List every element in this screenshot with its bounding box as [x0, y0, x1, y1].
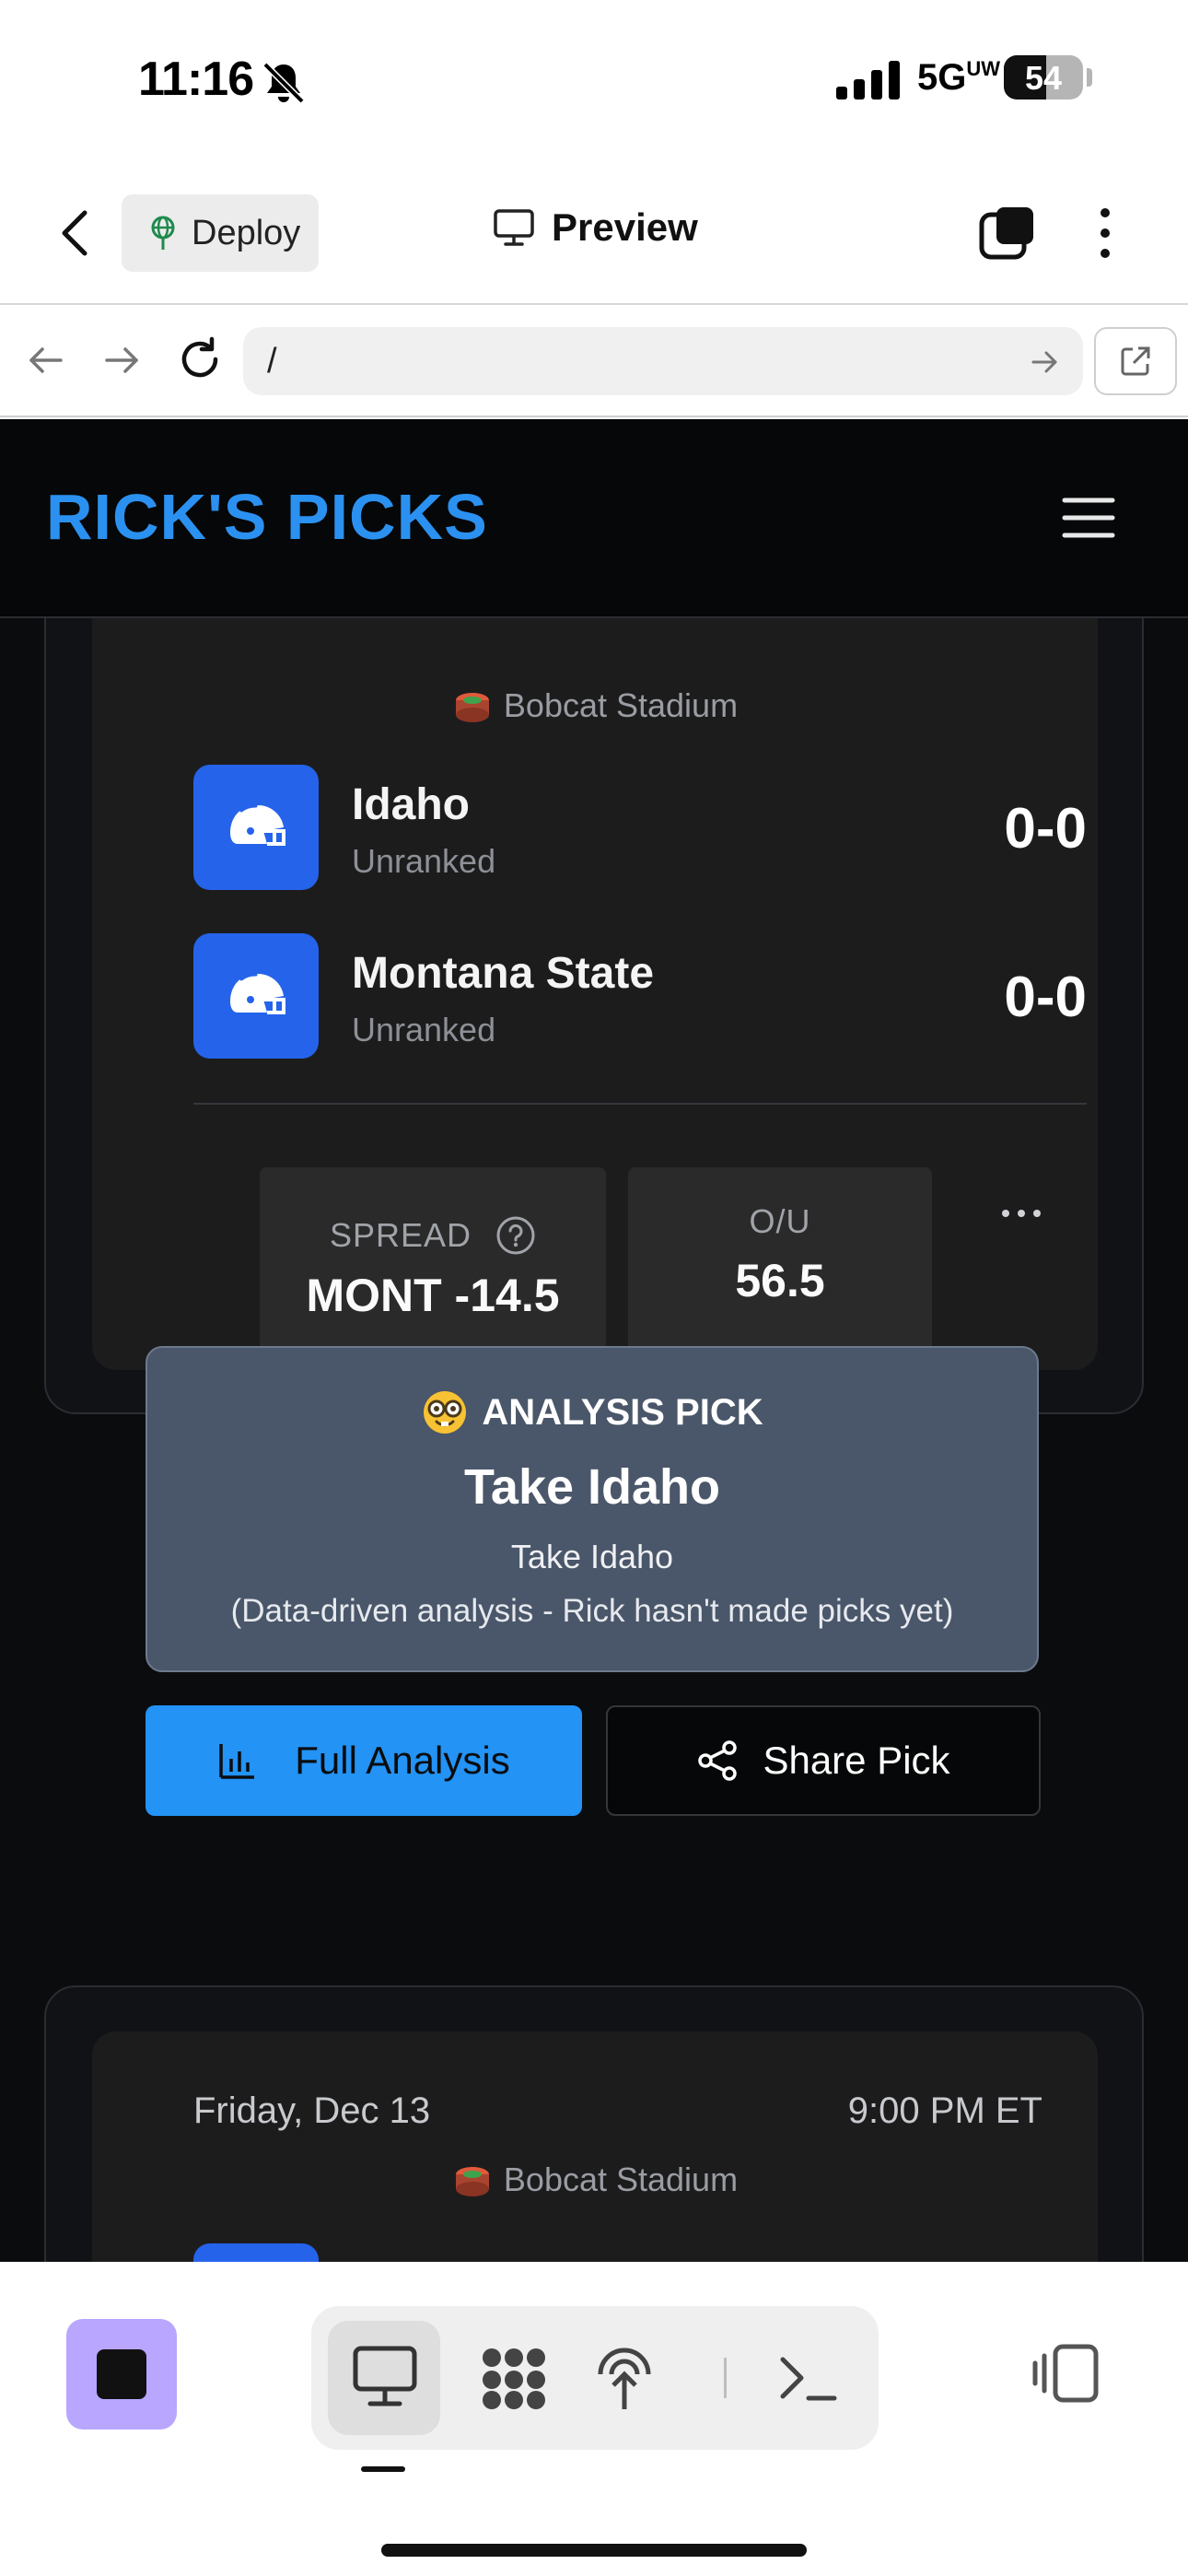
- bar-chart-icon: [219, 1744, 255, 1779]
- pick-title: Take Idaho: [463, 1459, 721, 1515]
- stadium-icon: [455, 2167, 489, 2196]
- preview-label: Preview: [552, 205, 698, 249]
- nav-forward-icon[interactable]: [99, 338, 144, 382]
- nav-back-icon[interactable]: [24, 338, 68, 382]
- site-header: RICK'S PICKS: [0, 419, 1188, 618]
- home-indicator[interactable]: [381, 2544, 807, 2557]
- hamburger-menu-icon[interactable]: [1061, 495, 1116, 541]
- battery-percent: 54: [1024, 59, 1063, 97]
- nerd-face-icon: [424, 1391, 467, 1434]
- deploy-globe-icon: [151, 216, 175, 250]
- share-pick-label: Share Pick: [763, 1739, 950, 1782]
- site-logo[interactable]: RICK'S PICKS: [46, 480, 488, 554]
- webview: RICK'S PICKS Bobcat Stadium Idaho Unrank…: [0, 419, 1188, 2262]
- active-tab-underline: [361, 2466, 405, 2472]
- url-input[interactable]: [243, 327, 1083, 395]
- split-view-icon[interactable]: [1031, 2343, 1100, 2404]
- game-date: Friday, Dec 13: [193, 2090, 431, 2131]
- preview-title: Preview: [493, 205, 698, 250]
- browser-toolbar: [0, 307, 1188, 417]
- share-pick-button[interactable]: Share Pick: [606, 1705, 1041, 1816]
- terminal-icon[interactable]: [772, 2343, 845, 2413]
- stop-button[interactable]: [66, 2319, 177, 2430]
- app-header: Deploy Preview: [0, 161, 1188, 305]
- workflow-grid-icon[interactable]: [477, 2343, 551, 2413]
- game-time: 9:00 PM ET: [847, 2090, 1042, 2131]
- pick-tag: ANALYSIS PICK: [147, 1388, 1037, 1436]
- stop-icon: [97, 2349, 146, 2399]
- status-bar: 11:16 5GUW 54: [0, 0, 1188, 161]
- tabs-icon[interactable]: [978, 204, 1037, 263]
- bell-slash-icon: [262, 62, 305, 104]
- tool-separator: [724, 2358, 727, 2398]
- share-icon: [698, 1740, 738, 1781]
- tool-group: [311, 2306, 879, 2450]
- reload-icon[interactable]: [175, 334, 225, 384]
- full-analysis-label: Full Analysis: [295, 1739, 510, 1782]
- status-time: 11:16: [138, 53, 254, 106]
- team-logo: [193, 2243, 319, 2262]
- full-analysis-button[interactable]: Full Analysis: [146, 1705, 582, 1816]
- pick-note: (Data-driven analysis - Rick hasn't made…: [230, 1593, 954, 1629]
- game-card: Friday, Dec 13 9:00 PM ET Bobcat Stadium: [92, 2032, 1098, 2262]
- preview-monitor-icon[interactable]: [348, 2343, 422, 2413]
- pick-subtitle: Take Idaho: [510, 1538, 674, 1575]
- battery-tip: [1087, 68, 1092, 87]
- bottom-toolbar: [0, 2262, 1188, 2576]
- back-chevron-icon[interactable]: [57, 207, 94, 259]
- stadium-name: Bobcat Stadium: [503, 2160, 739, 2198]
- stadium-location: Bobcat Stadium: [92, 2160, 1098, 2199]
- monitor-icon: [494, 209, 534, 246]
- network-label: 5GUW: [917, 57, 1001, 98]
- deploy-antenna-icon[interactable]: [588, 2343, 661, 2413]
- analysis-pick-panel: ANALYSIS PICK Take Idaho Take Idaho (Dat…: [146, 1346, 1039, 1672]
- open-external-button[interactable]: [1094, 327, 1177, 395]
- deploy-label: Deploy: [192, 213, 301, 252]
- deploy-button[interactable]: Deploy: [122, 194, 319, 272]
- open-external-icon: [1121, 346, 1150, 376]
- pick-tag-label: ANALYSIS PICK: [482, 1391, 763, 1433]
- more-vertical-icon[interactable]: [1087, 204, 1124, 263]
- signal-icon: [836, 61, 900, 100]
- url-go-icon[interactable]: [1028, 345, 1061, 379]
- game-outer-card: Friday, Dec 13 9:00 PM ET Bobcat Stadium: [44, 1985, 1144, 2262]
- battery-indicator: 54: [1004, 55, 1083, 100]
